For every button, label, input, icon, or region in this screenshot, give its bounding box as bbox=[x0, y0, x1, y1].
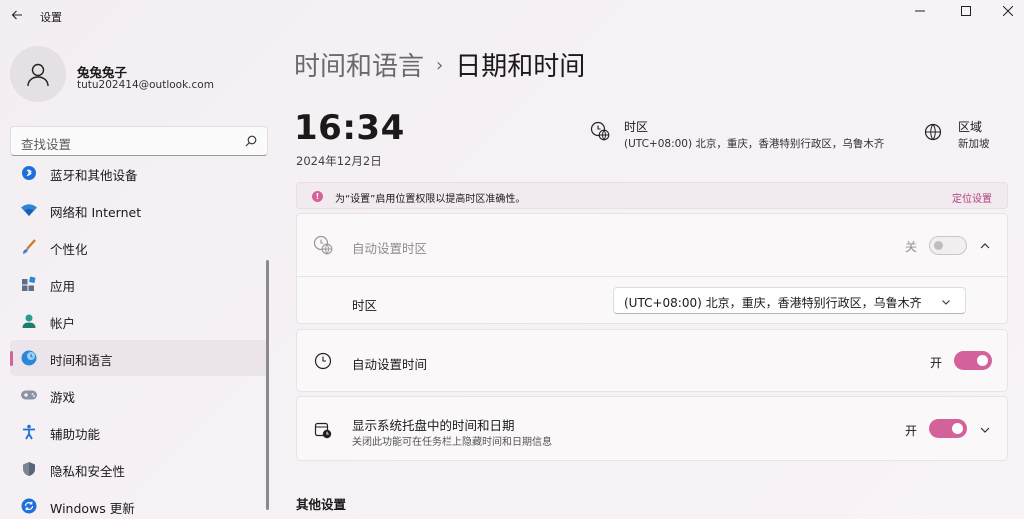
search-icon[interactable] bbox=[245, 135, 257, 147]
timezone-summary-title: 时区 bbox=[624, 120, 649, 134]
brush-icon bbox=[20, 238, 38, 256]
sidebar-item-label: 帐户 bbox=[50, 316, 76, 331]
chevron-down-icon bbox=[942, 300, 950, 305]
timezone-icon bbox=[313, 235, 333, 255]
clock-icon bbox=[313, 351, 333, 371]
minimize-icon bbox=[915, 10, 925, 12]
auto-timezone-toggle[interactable] bbox=[929, 236, 967, 255]
close-icon bbox=[1003, 6, 1013, 16]
app-title: 设置 bbox=[40, 11, 62, 24]
sidebar-item-label: 时间和语言 bbox=[50, 353, 113, 368]
sidebar-item-accessibility[interactable]: 辅助功能 bbox=[10, 414, 268, 450]
sidebar-item-label: 辅助功能 bbox=[50, 427, 101, 442]
title-bar: 设置 bbox=[0, 0, 1024, 32]
banner-text: 为“设置”启用位置权限以提高时区准确性。 bbox=[335, 194, 526, 205]
person-icon bbox=[27, 63, 49, 87]
sidebar-item-label: 隐私和安全性 bbox=[50, 464, 126, 479]
tray-time-toggle[interactable] bbox=[929, 419, 967, 438]
other-settings-heading: 其他设置 bbox=[296, 497, 347, 512]
update-icon bbox=[20, 497, 38, 515]
gaming-icon bbox=[20, 386, 38, 404]
sidebar-item-personalization[interactable]: 个性化 bbox=[10, 229, 268, 265]
tray-time-state: 开 bbox=[905, 424, 918, 438]
close-button[interactable] bbox=[986, 0, 1024, 22]
avatar bbox=[10, 46, 66, 102]
maximize-icon bbox=[961, 6, 971, 16]
auto-time-state: 开 bbox=[930, 356, 943, 370]
auto-time-title: 自动设置时间 bbox=[352, 357, 428, 372]
sidebar-item-time-language[interactable]: 时间和语言 bbox=[10, 340, 268, 376]
sidebar-item-label: 蓝牙和其他设备 bbox=[50, 168, 138, 183]
tray-time-subtitle: 关闭此功能可在任务栏上隐藏时间和日期信息 bbox=[352, 437, 552, 448]
shield-icon bbox=[20, 460, 38, 478]
accessibility-icon bbox=[20, 423, 38, 441]
tray-time-title: 显示系统托盘中的时间和日期 bbox=[352, 418, 515, 433]
region-summary-title: 区域 bbox=[958, 120, 983, 134]
timezone-select-value: (UTC+08:00) 北京，重庆，香港特别行政区，乌鲁木齐 bbox=[624, 296, 922, 310]
timezone-icon bbox=[590, 121, 610, 141]
sidebar-item-bluetooth[interactable]: 蓝牙和其他设备 bbox=[10, 162, 268, 191]
apps-icon bbox=[20, 275, 38, 293]
current-time: 16:34 bbox=[294, 108, 405, 148]
page-title: 日期和时间 bbox=[455, 52, 586, 82]
sidebar-item-label: 游戏 bbox=[50, 390, 76, 405]
chevron-up-icon[interactable] bbox=[979, 240, 991, 252]
timezone-row-label: 时区 bbox=[352, 298, 378, 313]
info-icon: ! bbox=[312, 191, 323, 202]
network-icon bbox=[20, 201, 38, 219]
user-profile[interactable]: 兔兔兔子 tutu202414@outlook.com bbox=[10, 46, 280, 106]
sidebar-nav: 蓝牙和其他设备 网络和 Internet 个性化 应用 帐户 时间和语言 游戏 … bbox=[10, 162, 268, 519]
auto-timezone-state: 关 bbox=[905, 240, 918, 254]
sidebar-item-privacy[interactable]: 隐私和安全性 bbox=[10, 451, 268, 487]
location-permission-banner: ! 为“设置”启用位置权限以提高时区准确性。 定位设置 bbox=[296, 182, 1008, 209]
sidebar-item-apps[interactable]: 应用 bbox=[10, 266, 268, 302]
account-icon bbox=[20, 312, 38, 330]
sidebar-item-label: 应用 bbox=[50, 279, 76, 294]
location-settings-link[interactable]: 定位设置 bbox=[952, 190, 992, 205]
user-email: tutu202414@outlook.com bbox=[77, 79, 214, 91]
back-button[interactable] bbox=[8, 6, 26, 24]
timezone-select[interactable]: (UTC+08:00) 北京，重庆，香港特别行政区，乌鲁木齐 bbox=[613, 287, 966, 314]
timezone-summary-value: (UTC+08:00) 北京，重庆，香港特别行政区，乌鲁木齐 bbox=[624, 138, 885, 150]
search-placeholder: 查找设置 bbox=[21, 137, 72, 152]
sidebar-item-label: 网络和 Internet bbox=[50, 205, 142, 220]
tray-time-card[interactable]: 显示系统托盘中的时间和日期 关闭此功能可在任务栏上隐藏时间和日期信息 开 bbox=[296, 396, 1008, 461]
search-input[interactable]: 查找设置 bbox=[10, 126, 268, 156]
auto-timezone-header[interactable]: 自动设置时区 关 bbox=[297, 214, 1007, 277]
sidebar-item-label: Windows 更新 bbox=[50, 501, 135, 516]
calendar-clock-icon bbox=[313, 420, 333, 440]
sidebar-scrollbar[interactable] bbox=[266, 260, 269, 510]
sidebar-item-windows-update[interactable]: Windows 更新 bbox=[10, 488, 268, 519]
minimize-button[interactable] bbox=[898, 0, 942, 22]
breadcrumb-parent[interactable]: 时间和语言 bbox=[294, 52, 424, 82]
breadcrumb: 时间和语言 › 日期和时间 bbox=[294, 46, 585, 83]
sidebar-item-label: 个性化 bbox=[50, 242, 88, 257]
sidebar-item-accounts[interactable]: 帐户 bbox=[10, 303, 268, 339]
sidebar-item-network[interactable]: 网络和 Internet bbox=[10, 192, 268, 228]
globe-icon bbox=[924, 123, 942, 141]
maximize-button[interactable] bbox=[944, 0, 988, 22]
current-date: 2024年12月2日 bbox=[296, 154, 382, 168]
auto-time-toggle[interactable] bbox=[954, 351, 992, 370]
back-arrow-icon bbox=[11, 10, 22, 20]
breadcrumb-separator: › bbox=[436, 55, 444, 76]
chevron-down-icon[interactable] bbox=[979, 424, 991, 436]
bluetooth-icon bbox=[20, 164, 38, 182]
time-language-icon bbox=[20, 349, 38, 367]
active-indicator bbox=[10, 351, 13, 366]
sidebar-item-gaming[interactable]: 游戏 bbox=[10, 377, 268, 413]
auto-time-card[interactable]: 自动设置时间 开 bbox=[296, 329, 1008, 392]
auto-timezone-card: 自动设置时区 关 时区 (UTC+08:00) 北京，重庆，香港特别行政区，乌鲁… bbox=[296, 213, 1008, 324]
auto-timezone-title: 自动设置时区 bbox=[352, 241, 428, 256]
region-summary-value: 新加坡 bbox=[958, 138, 990, 150]
